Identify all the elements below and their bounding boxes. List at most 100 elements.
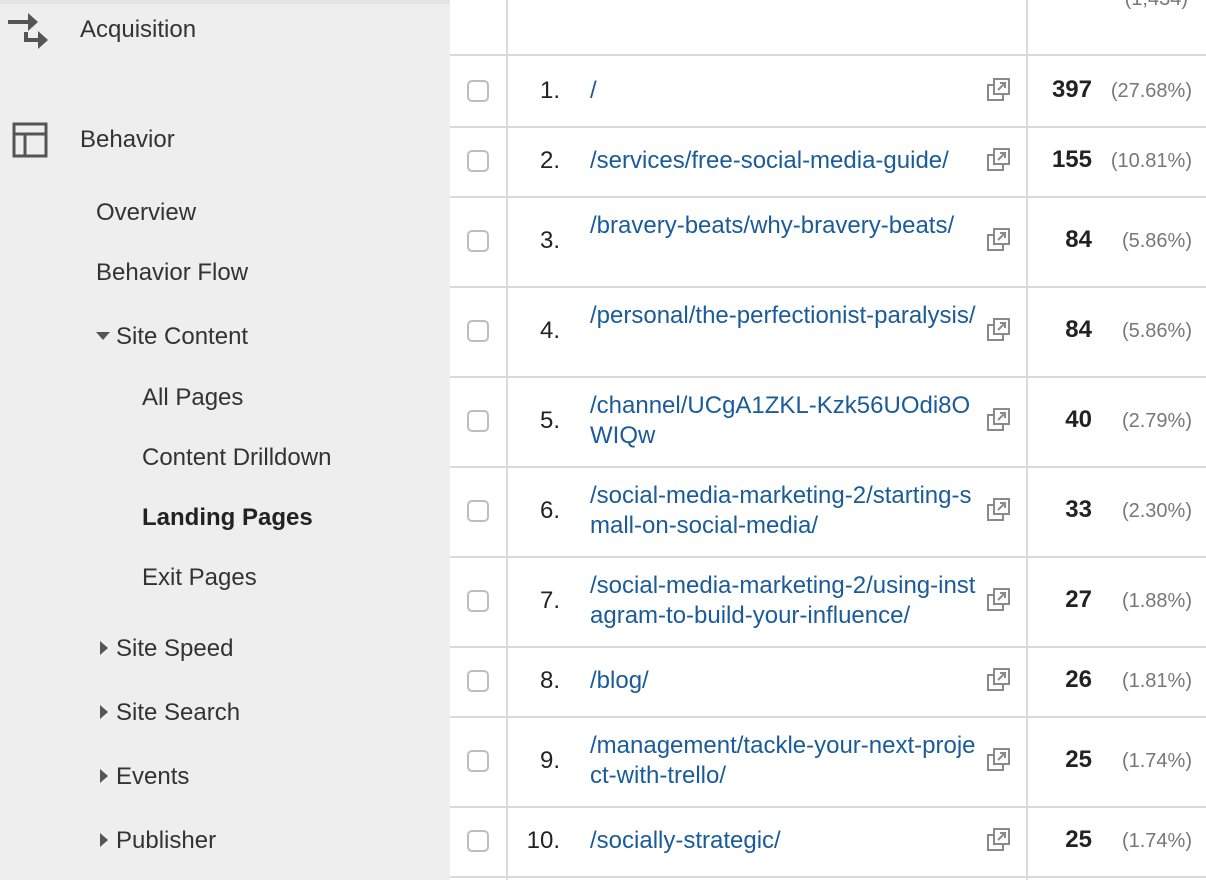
- row-page-link[interactable]: /socially-strategic/: [590, 826, 982, 856]
- row-checkbox[interactable]: [467, 590, 489, 612]
- sidebar-nav: Acquisition Behavior Overview Behavior F…: [0, 0, 450, 880]
- nav-landing-pages[interactable]: Landing Pages: [142, 500, 313, 536]
- row-checkbox[interactable]: [467, 670, 489, 692]
- table-row: 1. / 397 (27.68%): [450, 56, 1206, 128]
- row-index: 7.: [539, 587, 560, 614]
- row-checkbox[interactable]: [467, 410, 489, 432]
- nav-site-search-label: Site Search: [116, 699, 241, 726]
- row-sessions-percent: (2.30%): [1121, 500, 1192, 522]
- open-in-new-window-icon[interactable]: [986, 497, 1012, 523]
- nav-acquisition-label: Acquisition: [80, 16, 197, 43]
- table-row: 8. /blog/26 (1.81%): [450, 646, 1206, 718]
- nav-site-search[interactable]: Site Search: [96, 695, 240, 731]
- nav-behavior[interactable]: Behavior: [0, 120, 450, 160]
- open-in-new-window-icon[interactable]: [986, 407, 1012, 433]
- row-index: 2.: [539, 147, 560, 174]
- row-sessions-percent: (2.79%): [1121, 410, 1192, 432]
- landing-pages-table: (1,434) 1. / 397 (27.68%) 2. /services/free-s…: [450, 0, 1206, 880]
- row-sessions-percent: (1.81%): [1121, 670, 1192, 692]
- caret-right-icon: [100, 768, 108, 783]
- row-page-link[interactable]: /channel/UCgA1ZKL-Kzk56UOdi8OWIQw: [590, 391, 982, 451]
- row-page-link[interactable]: /: [590, 76, 982, 106]
- open-in-new-window-icon[interactable]: [986, 317, 1012, 343]
- table-row: 9. /management/tackle-your-next-project-w…: [450, 716, 1206, 808]
- row-sessions-value: 25: [1065, 746, 1092, 773]
- row-sessions-value: 40: [1065, 406, 1092, 433]
- table-row: 5. /channel/UCgA1ZKL-Kzk56UOdi8OWIQw 40 (2.…: [450, 376, 1206, 468]
- open-in-new-window-icon[interactable]: [986, 827, 1012, 853]
- table-row: 4. /personal/the-perfectionist-paralysis/…: [450, 286, 1206, 378]
- nav-behavior-flow[interactable]: Behavior Flow: [96, 255, 248, 291]
- nav-all-pages[interactable]: All Pages: [142, 380, 243, 416]
- nav-site-speed[interactable]: Site Speed: [96, 631, 233, 667]
- nav-publisher-label: Publisher: [116, 827, 217, 854]
- open-in-new-window-icon[interactable]: [986, 77, 1012, 103]
- nav-site-content[interactable]: Site Content: [96, 319, 248, 355]
- row-checkbox[interactable]: [467, 320, 489, 342]
- caret-right-icon: [100, 640, 108, 655]
- row-checkbox[interactable]: [467, 230, 489, 252]
- row-sessions-value: 26: [1065, 666, 1092, 693]
- row-index: 9.: [539, 747, 560, 774]
- row-page-link[interactable]: /blog/: [590, 666, 982, 696]
- row-sessions-value: 25: [1065, 826, 1092, 853]
- arrows-swap-icon: [8, 10, 52, 50]
- nav-site-content-label: Site Content: [116, 323, 249, 350]
- caret-down-icon: [96, 331, 110, 340]
- row-checkbox[interactable]: [467, 500, 489, 522]
- table-row: 3. /bravery-beats/why-bravery-beats/84 (5.…: [450, 196, 1206, 288]
- nav-exit-pages[interactable]: Exit Pages: [142, 560, 257, 596]
- row-index: 6.: [539, 497, 560, 524]
- table-row: 6. /social-media-marketing-2/starting-sma…: [450, 466, 1206, 558]
- row-index: 4.: [539, 317, 560, 344]
- row-page-link[interactable]: /services/free-social-media-guide/: [590, 146, 982, 176]
- nav-site-speed-label: Site Speed: [116, 635, 234, 662]
- row-index: 10.: [526, 827, 560, 854]
- row-page-link[interactable]: /social-media-marketing-2/starting-small…: [590, 481, 982, 541]
- nav-acquisition[interactable]: Acquisition: [0, 10, 450, 50]
- row-sessions-percent: (10.81%): [1110, 150, 1192, 172]
- row-index: 5.: [539, 407, 560, 434]
- nav-behavior-label: Behavior: [80, 126, 175, 153]
- row-sessions-percent: (1.74%): [1121, 830, 1192, 852]
- row-page-link[interactable]: /bravery-beats/why-bravery-beats/: [590, 211, 982, 241]
- open-in-new-window-icon[interactable]: [986, 747, 1012, 773]
- row-sessions-value: 27: [1065, 586, 1092, 613]
- row-sessions-value: 84: [1065, 226, 1092, 253]
- open-in-new-window-icon[interactable]: [986, 227, 1012, 253]
- row-sessions-percent: (5.86%): [1121, 320, 1192, 342]
- row-checkbox[interactable]: [467, 830, 489, 852]
- open-in-new-window-icon[interactable]: [986, 667, 1012, 693]
- row-sessions-percent: (5.86%): [1121, 230, 1192, 252]
- row-index: 8.: [539, 667, 560, 694]
- row-sessions-percent: (1.74%): [1121, 750, 1192, 772]
- table-row: 2. /services/free-social-media-guide/155 (…: [450, 126, 1206, 198]
- table-header: (1,434): [450, 0, 1206, 56]
- nav-publisher[interactable]: Publisher: [96, 823, 216, 859]
- table-row: 7. /social-media-marketing-2/using-instag…: [450, 556, 1206, 648]
- row-checkbox[interactable]: [467, 150, 489, 172]
- row-index: 1.: [539, 77, 560, 104]
- nav-events[interactable]: Events: [96, 759, 189, 795]
- caret-right-icon: [100, 704, 108, 719]
- table-row: 10. /socially-strategic/25 (1.74%): [450, 806, 1206, 878]
- row-checkbox[interactable]: [467, 80, 489, 102]
- open-in-new-window-icon[interactable]: [986, 147, 1012, 173]
- row-page-link[interactable]: /social-media-marketing-2/using-instagra…: [590, 571, 982, 631]
- row-sessions-percent: (27.68%): [1110, 80, 1192, 102]
- header-total: (1,434): [1125, 0, 1188, 11]
- row-sessions-value: 155: [1051, 146, 1092, 173]
- row-checkbox[interactable]: [467, 750, 489, 772]
- nav-content-drilldown[interactable]: Content Drilldown: [142, 440, 331, 476]
- caret-right-icon: [100, 832, 108, 847]
- row-sessions-value: 84: [1065, 316, 1092, 343]
- row-index: 3.: [539, 227, 560, 254]
- nav-events-label: Events: [116, 763, 190, 790]
- open-in-new-window-icon[interactable]: [986, 587, 1012, 613]
- nav-overview[interactable]: Overview: [96, 195, 196, 231]
- row-sessions-percent: (1.88%): [1121, 590, 1192, 612]
- row-sessions-value: 397: [1051, 76, 1092, 103]
- row-page-link[interactable]: /personal/the-perfectionist-paralysis/: [590, 301, 982, 331]
- row-sessions-value: 33: [1065, 496, 1092, 523]
- row-page-link[interactable]: /management/tackle-your-next-project-wit…: [590, 731, 982, 791]
